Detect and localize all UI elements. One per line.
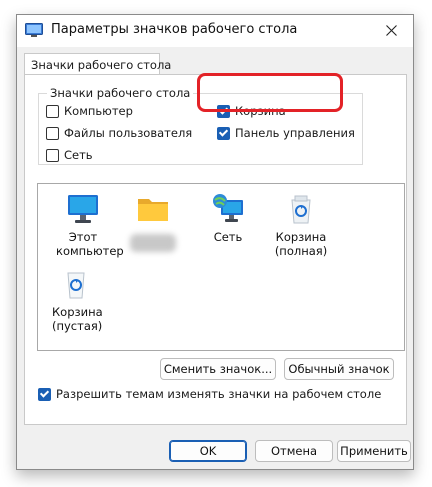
- network-icon: [213, 194, 243, 222]
- checkbox-label: Панель управления: [235, 126, 355, 140]
- icon-item-recycle-bin-full[interactable]: Корзина (полная): [261, 192, 341, 258]
- folder-icon: [138, 199, 168, 221]
- checkbox-box[interactable]: [46, 104, 59, 118]
- recycle-bin-full-icon: [291, 195, 311, 224]
- monitor-icon: [68, 195, 98, 223]
- icon-label: Корзина (пустая): [52, 305, 103, 333]
- checkbox-control-panel[interactable]: Панель управления: [217, 126, 355, 140]
- checkbox-network[interactable]: Сеть: [46, 148, 93, 162]
- change-icon-button[interactable]: Сменить значок...: [160, 358, 276, 380]
- close-button[interactable]: [371, 15, 413, 47]
- window-title: Параметры значков рабочего стола: [51, 22, 298, 37]
- icon-item-this-pc[interactable]: Этот компьютер: [43, 192, 124, 258]
- app-icon: [25, 23, 43, 37]
- title-bar: Параметры значков рабочего стола: [17, 15, 413, 47]
- ok-button[interactable]: OK: [169, 440, 247, 462]
- checkbox-label: Файлы пользователя: [64, 126, 193, 140]
- cancel-button[interactable]: Отмена: [255, 440, 333, 462]
- checkbox-user-files[interactable]: Файлы пользователя: [46, 126, 192, 140]
- icon-label: Корзина (полная): [274, 230, 328, 258]
- icon-list[interactable]: Этот компьютер Сеть Корзина (полная) Кор…: [37, 183, 405, 351]
- checkbox-box[interactable]: [217, 126, 230, 140]
- checkbox-label: Сеть: [64, 148, 93, 162]
- icon-label: Сеть: [213, 230, 243, 244]
- recycle-bin-empty-icon: [67, 272, 85, 299]
- default-icon-button[interactable]: Обычный значок: [284, 358, 394, 380]
- checkbox-label: Разрешить темам изменять значки на рабоч…: [56, 387, 382, 401]
- group-title: Значки рабочего стола: [47, 86, 194, 100]
- icon-item-network[interactable]: Сеть: [188, 192, 268, 244]
- icon-label: Этот компьютер: [56, 230, 124, 258]
- close-icon: [386, 25, 397, 36]
- icon-item-user-folder[interactable]: [113, 192, 193, 252]
- blurred-label: [130, 234, 176, 252]
- checkbox-box[interactable]: [46, 148, 59, 162]
- dialog-window: Параметры значков рабочего стола Значки …: [16, 14, 414, 470]
- checkbox-label: Компьютер: [64, 104, 133, 118]
- checkbox-box[interactable]: [38, 387, 51, 401]
- checkbox-allow-themes[interactable]: Разрешить темам изменять значки на рабоч…: [38, 387, 381, 401]
- icon-item-recycle-bin-empty[interactable]: Корзина (пустая): [36, 267, 116, 333]
- highlight-annotation: [197, 73, 343, 112]
- checkbox-box[interactable]: [46, 126, 59, 140]
- apply-button[interactable]: Применить: [337, 440, 411, 462]
- checkbox-computer[interactable]: Компьютер: [46, 104, 133, 118]
- tab-label: Значки рабочего стола: [31, 58, 172, 72]
- tab-desktop-icons[interactable]: Значки рабочего стола: [24, 53, 171, 75]
